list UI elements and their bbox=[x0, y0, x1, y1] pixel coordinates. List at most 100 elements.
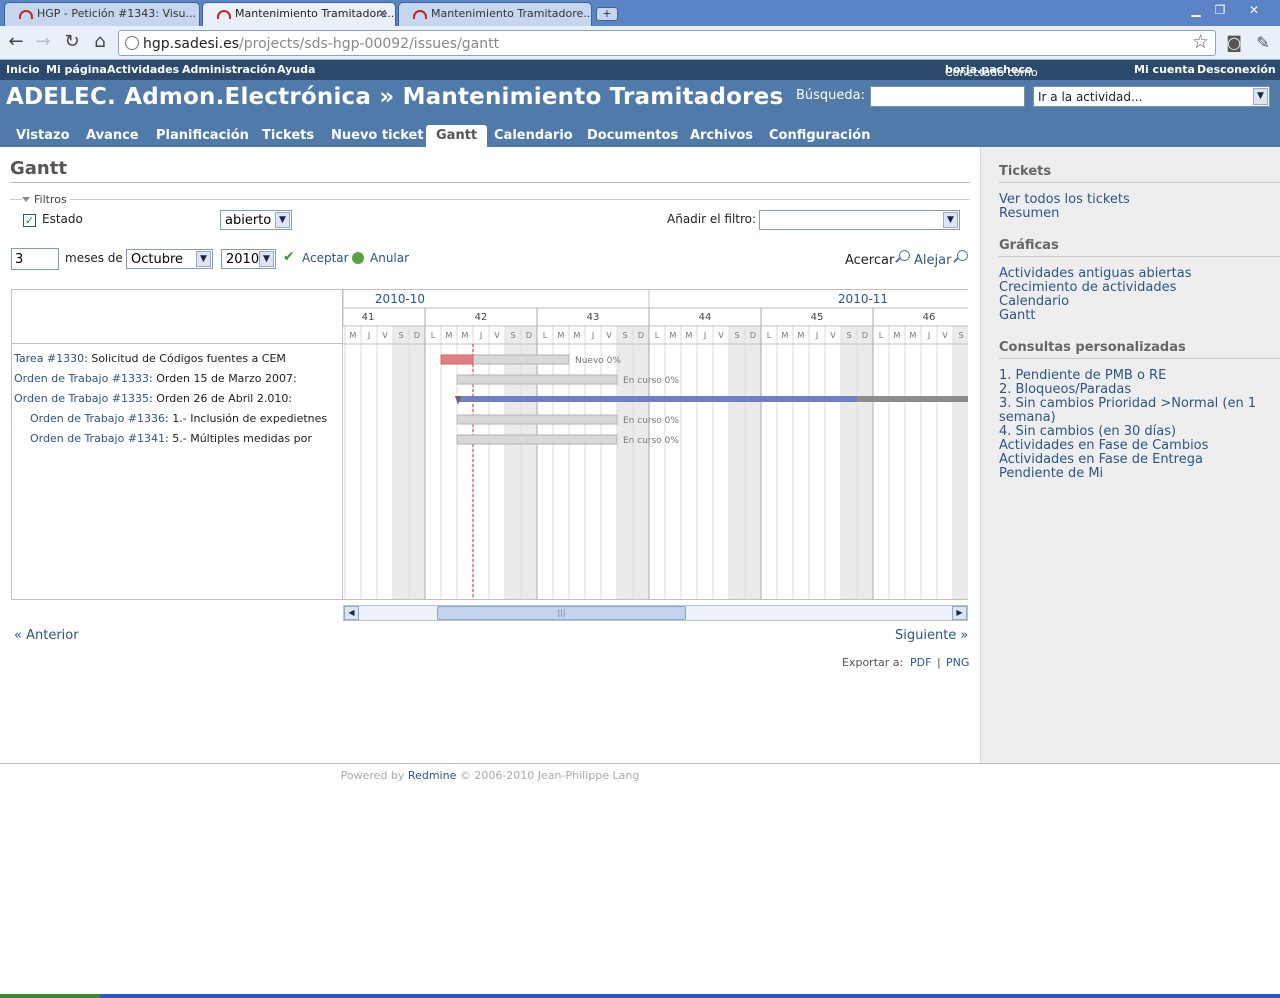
logout-link[interactable]: Desconexión bbox=[1197, 63, 1276, 76]
zoom-in-icon[interactable] bbox=[899, 250, 910, 261]
gantt-issue-subject[interactable]: Orden de Trabajo #1333: Orden 15 de Marz… bbox=[14, 372, 340, 385]
month-select[interactable]: Octubre ▼ bbox=[126, 249, 213, 269]
home-icon[interactable]: ⌂ bbox=[89, 32, 111, 54]
tab-nuevo-ticket[interactable]: Nuevo ticket bbox=[331, 125, 424, 147]
window-close-icon[interactable]: ✕ bbox=[1244, 3, 1264, 19]
search-input[interactable] bbox=[870, 86, 1025, 107]
topmenu-inicio[interactable]: Inicio bbox=[6, 63, 40, 76]
weekend-column bbox=[953, 326, 968, 599]
back-icon[interactable]: ← bbox=[5, 32, 27, 54]
jump-select-value: Ir a la actividad... bbox=[1038, 90, 1143, 104]
topmenu-mi-pagina[interactable]: Mi página bbox=[46, 63, 107, 76]
scrollbar-thumb[interactable]: ||| bbox=[437, 606, 686, 620]
sidebar-queries-title: Consultas personalizadas bbox=[999, 340, 1186, 355]
previous-link[interactable]: « Anterior bbox=[14, 628, 79, 643]
sidebar-query-4[interactable]: 4. Sin cambios (en 30 días) bbox=[999, 425, 1176, 439]
extension-icon[interactable]: ◙ bbox=[1224, 33, 1244, 53]
sidebar-link-gantt[interactable]: Gantt bbox=[999, 309, 1035, 323]
browser-tab-3[interactable]: Mantenimiento Tramitadore... bbox=[398, 2, 592, 26]
export-pdf-link[interactable]: PDF bbox=[910, 656, 931, 669]
reload-icon[interactable]: ↻ bbox=[61, 32, 83, 54]
browser-tab-1[interactable]: HGP - Petición #1343: Visu... bbox=[4, 2, 200, 26]
topmenu-actividades[interactable]: Actividades bbox=[107, 63, 179, 76]
zoom-out-link[interactable]: Alejar bbox=[914, 253, 951, 268]
tab-gantt[interactable]: Gantt bbox=[426, 125, 488, 147]
start-button[interactable] bbox=[0, 994, 100, 998]
sidebar-query-6[interactable]: Actividades en Fase de Entrega bbox=[999, 453, 1203, 467]
issue-link[interactable]: Orden de Trabajo #1341 bbox=[30, 432, 165, 445]
filter-estado-select[interactable]: abierto ▼ bbox=[220, 210, 292, 230]
topmenu-ayuda[interactable]: Ayuda bbox=[277, 63, 315, 76]
tab-archivos[interactable]: Archivos bbox=[690, 125, 753, 147]
sidebar-link-growth[interactable]: Crecimiento de actividades bbox=[999, 281, 1176, 295]
zoom-in-label[interactable]: Acercar bbox=[845, 253, 894, 268]
sidebar-link-old-open[interactable]: Actividades antiguas abiertas bbox=[999, 267, 1192, 281]
gantt-issue-subject[interactable]: Orden de Trabajo #1341: 5.- Múltiples me… bbox=[30, 432, 340, 445]
sidebar-link-all-tickets[interactable]: Ver todos los tickets bbox=[999, 193, 1130, 207]
tab-avance[interactable]: Avance bbox=[86, 125, 139, 147]
gantt-issue-subject[interactable]: Orden de Trabajo #1335: Orden 26 de Abri… bbox=[14, 392, 340, 405]
day-letter: J bbox=[591, 331, 594, 340]
undo-icon bbox=[352, 252, 364, 264]
address-bar[interactable]: hgp.sadesi.es/projects/sds-hgp-00092/iss… bbox=[118, 30, 1216, 56]
add-filter-select[interactable]: ▼ bbox=[759, 210, 960, 230]
apply-link[interactable]: Aceptar bbox=[302, 251, 349, 265]
issue-link[interactable]: Tarea #1330 bbox=[14, 352, 84, 365]
tab-configuracion[interactable]: Configuración bbox=[769, 125, 870, 147]
parent-task-bar-done bbox=[457, 396, 857, 402]
maximize-icon[interactable]: ❐ bbox=[1210, 3, 1230, 19]
weekend-column bbox=[633, 326, 649, 599]
forward-icon[interactable]: → bbox=[32, 32, 54, 54]
sidebar-query-3[interactable]: 3. Sin cambios Prioridad >Normal (en 1 s… bbox=[999, 397, 1259, 425]
zoom-out-icon[interactable] bbox=[957, 250, 968, 261]
day-letter: M bbox=[894, 331, 901, 340]
clear-link[interactable]: Anular bbox=[370, 251, 409, 265]
export-separator: | bbox=[937, 656, 941, 669]
task-status-label: Nuevo 0% bbox=[575, 356, 621, 366]
browser-tab-2-active[interactable]: Mantenimiento Tramitadore... ✕ bbox=[202, 2, 396, 26]
export-png-link[interactable]: PNG bbox=[946, 656, 969, 669]
tab-vistazo[interactable]: Vistazo bbox=[16, 125, 70, 147]
my-account-link[interactable]: Mi cuenta bbox=[1134, 63, 1195, 76]
divider bbox=[999, 256, 1280, 257]
months-input[interactable]: 3 bbox=[11, 248, 59, 270]
topmenu-administracion[interactable]: Administración bbox=[182, 63, 276, 76]
sidebar-query-2[interactable]: 2. Bloqueos/Paradas bbox=[999, 383, 1131, 397]
weekend-column bbox=[857, 326, 873, 599]
next-link[interactable]: Siguiente » bbox=[895, 628, 968, 643]
gantt-issue-subject[interactable]: Tarea #1330: Solicitud de Códigos fuente… bbox=[14, 352, 340, 365]
year-select[interactable]: 2010 ▼ bbox=[221, 249, 276, 269]
day-letter: S bbox=[846, 331, 851, 340]
sidebar-link-summary[interactable]: Resumen bbox=[999, 207, 1059, 221]
bookmark-star-icon[interactable]: ☆ bbox=[1192, 31, 1209, 53]
minimize-icon[interactable]: ▁ bbox=[1186, 3, 1206, 19]
new-tab-button[interactable]: + bbox=[596, 7, 618, 21]
sidebar-link-calendar[interactable]: Calendario bbox=[999, 295, 1069, 309]
tab-planificacion[interactable]: Planificación bbox=[156, 125, 249, 147]
scroll-left-arrow-icon[interactable]: ◀ bbox=[344, 606, 359, 620]
scroll-right-arrow-icon[interactable]: ▶ bbox=[952, 606, 967, 620]
wrench-icon[interactable]: ✎ bbox=[1253, 33, 1273, 53]
issue-link[interactable]: Orden de Trabajo #1333 bbox=[14, 372, 149, 385]
footer-redmine-link[interactable]: Redmine bbox=[408, 769, 456, 782]
tab-tickets[interactable]: Tickets bbox=[262, 125, 314, 147]
filters-legend[interactable]: Filtros bbox=[22, 193, 70, 206]
sidebar-query-5[interactable]: Actividades en Fase de Cambios bbox=[999, 439, 1208, 453]
tab-documentos[interactable]: Documentos bbox=[587, 125, 678, 147]
gantt-chart: 2010-10 2010-1141 42 43 44 45 46M J V S D L M M J V S D L M… bbox=[343, 290, 968, 599]
gantt-horizontal-scrollbar[interactable]: ◀ ||| ▶ bbox=[343, 605, 968, 621]
close-tab-icon[interactable]: ✕ bbox=[378, 7, 387, 20]
day-letter: L bbox=[767, 331, 772, 340]
issue-link[interactable]: Orden de Trabajo #1335 bbox=[14, 392, 149, 405]
sidebar-query-1[interactable]: 1. Pendiente de PMB o RE bbox=[999, 369, 1166, 383]
week-label: 41 bbox=[362, 312, 375, 323]
week-label: 45 bbox=[811, 312, 824, 323]
filter-estado-checkbox[interactable]: ✓ bbox=[23, 214, 36, 227]
jump-to-project-select[interactable]: Ir a la actividad... ▼ bbox=[1033, 86, 1270, 107]
browser-tab-title: HGP - Petición #1343: Visu... bbox=[37, 7, 197, 20]
tab-calendario[interactable]: Calendario bbox=[494, 125, 573, 147]
sidebar-query-7[interactable]: Pendiente de Mi bbox=[999, 467, 1103, 481]
issue-link[interactable]: Orden de Trabajo #1336 bbox=[30, 412, 165, 425]
gantt-issue-subject[interactable]: Orden de Trabajo #1336: 1.- Inclusión de… bbox=[30, 412, 340, 425]
day-letter: J bbox=[815, 331, 818, 340]
